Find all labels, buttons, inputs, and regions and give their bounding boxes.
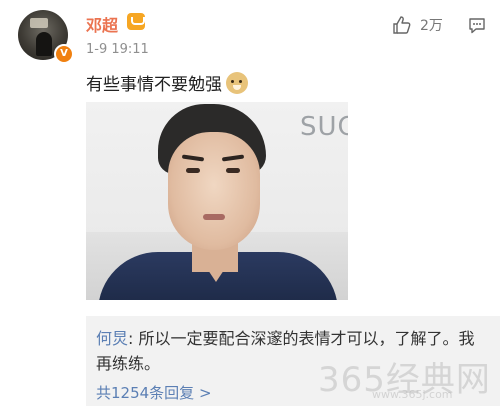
post-timestamp: 1-9 19:11	[86, 42, 149, 57]
username[interactable]: 邓超	[86, 12, 118, 36]
member-crown-icon[interactable]	[127, 13, 145, 30]
post-text-content: 有些事情不要勉强	[86, 75, 222, 95]
photo-left-eye	[186, 168, 200, 173]
comment-separator: :	[128, 329, 139, 348]
like-button[interactable]: 2万	[392, 15, 443, 35]
like-count: 2万	[420, 18, 443, 34]
photo-collar	[196, 252, 236, 282]
photo-mouth	[203, 214, 225, 220]
commenter-name[interactable]: 何炅	[96, 329, 128, 348]
comment-icon	[469, 18, 485, 34]
photo-face	[168, 132, 260, 250]
more-replies-link[interactable]: 共1254条回复 >	[96, 382, 212, 403]
comment-button[interactable]	[468, 17, 486, 39]
doge-emoji-icon	[226, 71, 248, 94]
thumbs-up-icon	[393, 16, 411, 34]
photo-right-eye	[226, 168, 240, 173]
avatar-figure	[36, 32, 52, 56]
watermark-url: www.365j.com	[372, 388, 453, 401]
post-photo[interactable]: SUC	[86, 102, 348, 300]
avatar-background	[30, 18, 48, 28]
verified-icon: V	[54, 44, 74, 64]
post-text: 有些事情不要勉强	[86, 70, 248, 95]
photo-magazine-text: SUC	[300, 112, 348, 142]
